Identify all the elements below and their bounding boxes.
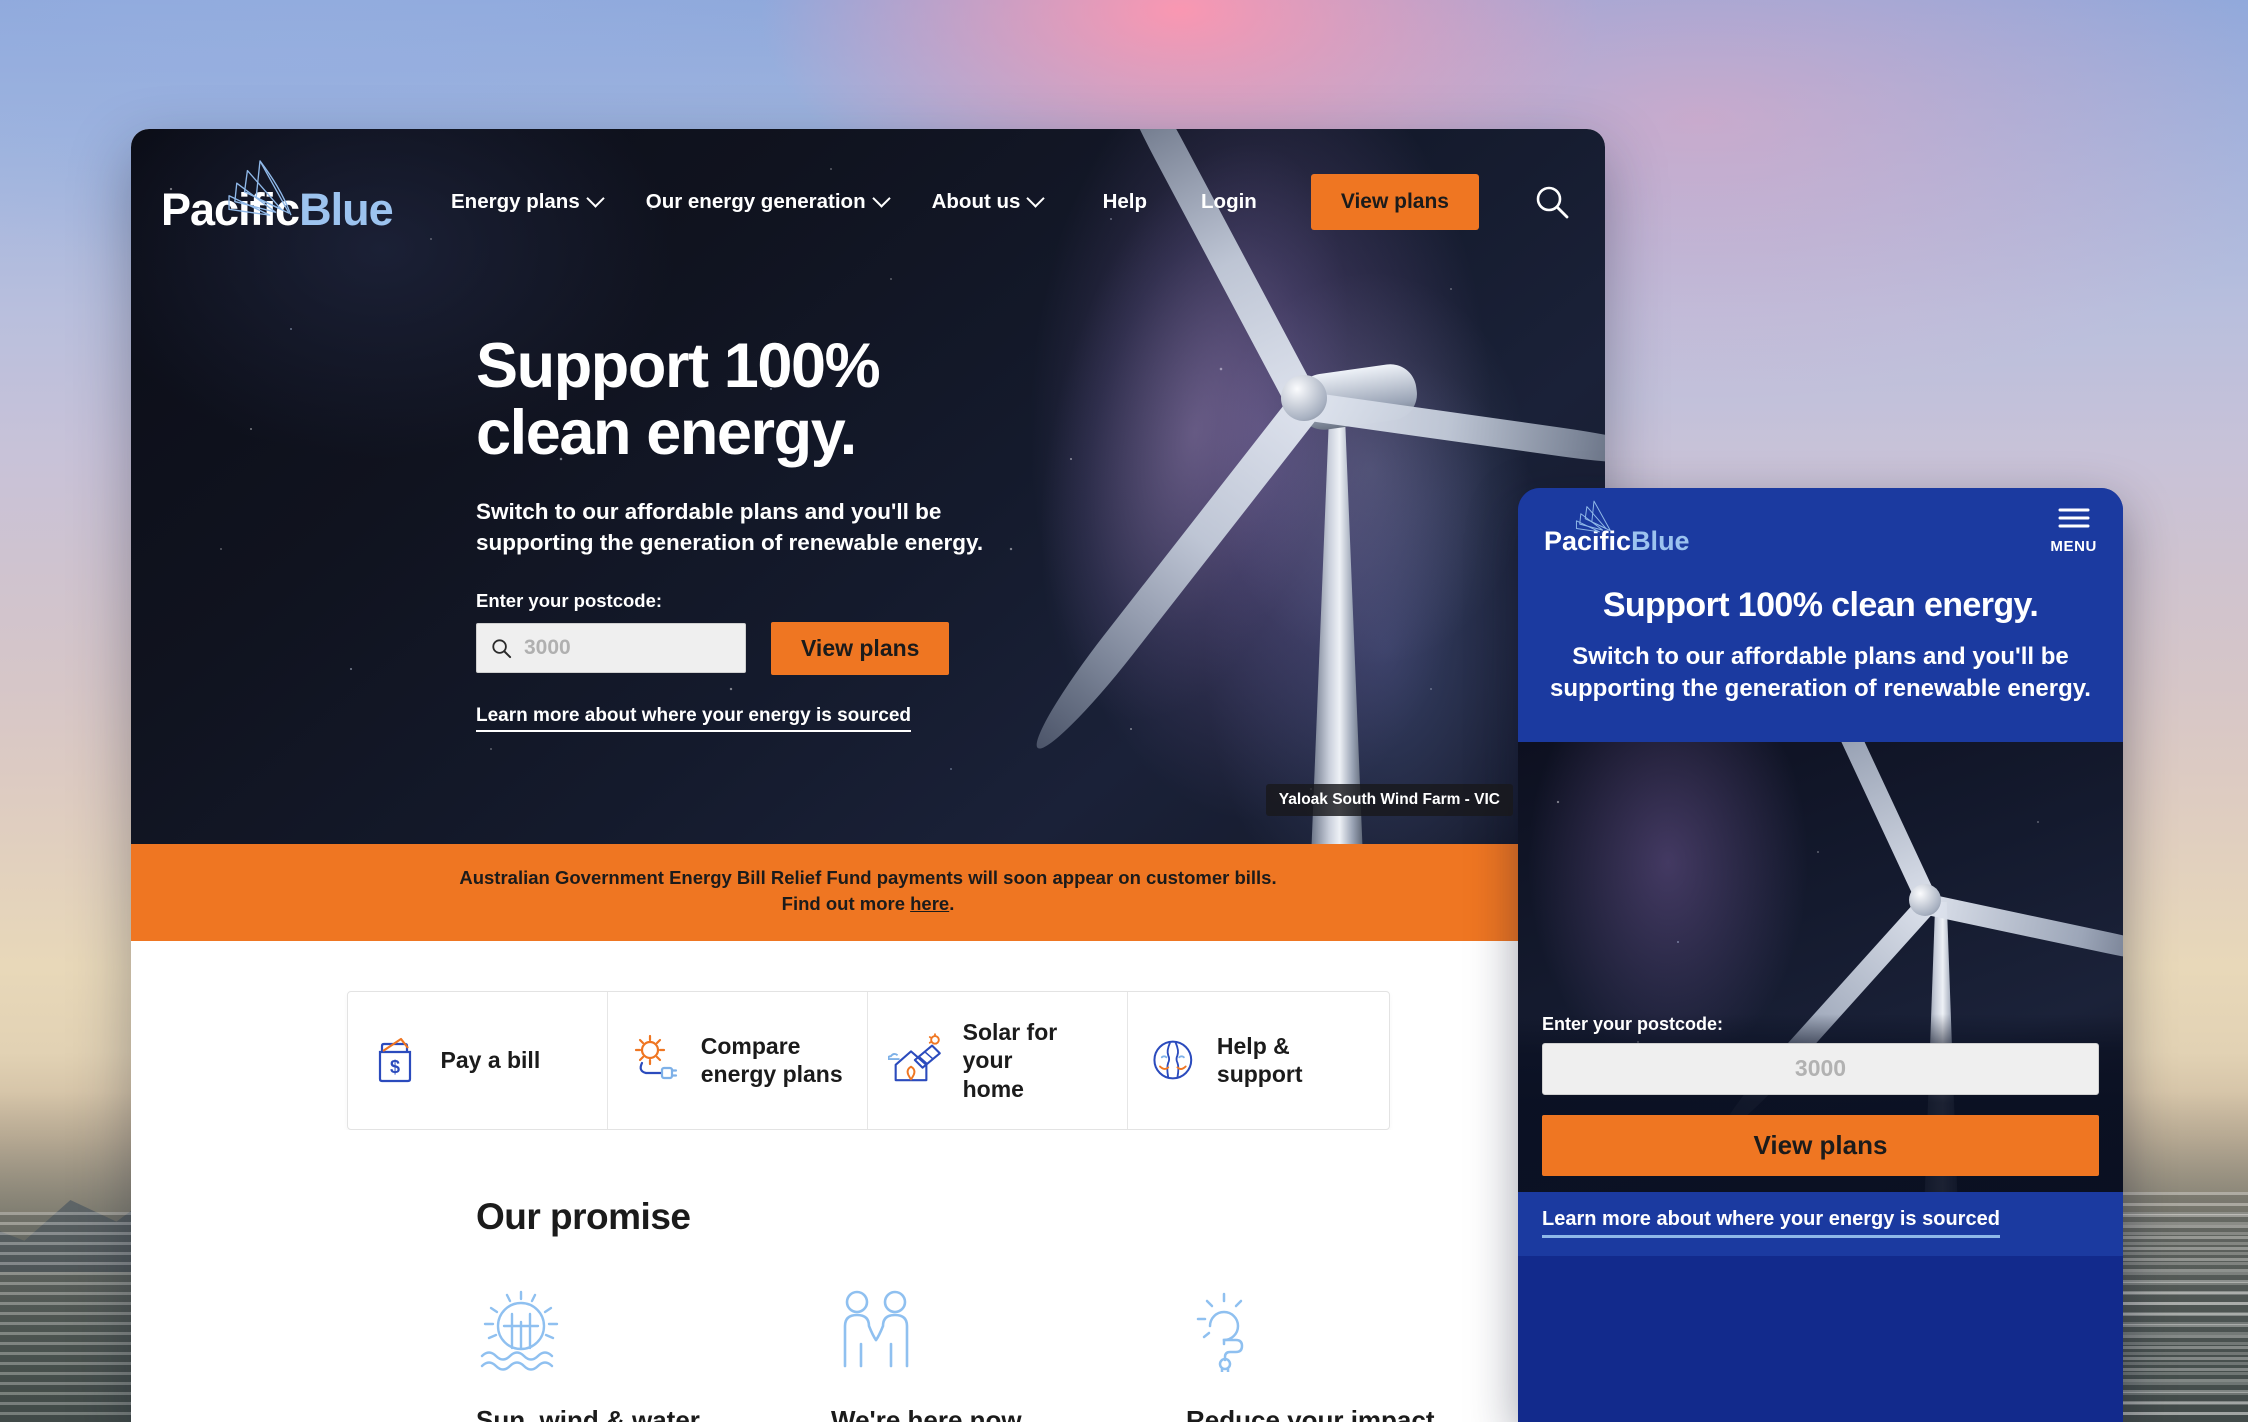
promise-item-were-here-now: We're here now Our experienced and dedic…: [831, 1288, 1186, 1422]
promise-title: We're here now: [831, 1405, 1022, 1422]
mobile-header: PacificBlue MENU: [1518, 488, 2123, 578]
chevron-down-icon: [871, 188, 891, 208]
nav-item-energy-plans[interactable]: Energy plans: [451, 188, 605, 214]
promise-title: Reduce your impact: [1186, 1405, 1435, 1422]
postcode-form: 3000 View plans: [476, 621, 1605, 675]
chevron-down-icon: [586, 188, 605, 208]
site-logo[interactable]: PacificBlue: [161, 159, 429, 232]
mobile-website-mockup: PacificBlue MENU Support 100% clean ener…: [1518, 488, 2123, 1422]
nav-label: About us: [931, 190, 1021, 213]
nav-item-login[interactable]: Login: [1201, 190, 1257, 214]
banner-line-2-suffix: .: [949, 893, 955, 915]
sun-plug-icon: [634, 1035, 677, 1080]
mobile-postcode-label: Enter your postcode:: [1542, 1013, 1724, 1034]
two-people-icon: [843, 1290, 909, 1368]
mobile-view-plans-button[interactable]: View plans: [1542, 1114, 2099, 1176]
postcode-placeholder: 3000: [524, 636, 571, 660]
nav-links: Energy plans Our energy generation About…: [451, 188, 1046, 214]
mobile-subheadline: Switch to our affordable plans and you'l…: [1550, 643, 2091, 703]
hero-section: PacificBlue Energy plans Our energy gene…: [131, 129, 1605, 844]
nav-item-about-us[interactable]: About us: [931, 188, 1046, 214]
mobile-postcode-form: Enter your postcode: 3000 View plans: [1518, 1013, 2123, 1192]
sun-wind-water-icon: [480, 1290, 559, 1371]
mobile-menu-label: MENU: [2050, 538, 2097, 555]
quick-link-label: Help & support: [1216, 1032, 1303, 1088]
hero-subheadline: Switch to our affordable plans and you'l…: [476, 498, 984, 555]
nav-label: Our energy generation: [645, 190, 866, 213]
hero-content: Support 100% clean energy. Switch to our…: [131, 249, 1605, 732]
promise-grid: Sun, wind & water Owned by generators of…: [476, 1288, 1605, 1422]
quick-link-label: Solar for your home: [962, 1018, 1058, 1102]
wallet-dollar-icon: $: [378, 1038, 411, 1083]
search-icon: [492, 639, 512, 658]
desktop-website-mockup: PacificBlue Energy plans Our energy gene…: [131, 129, 1605, 1422]
nav-item-help[interactable]: Help: [1103, 190, 1147, 214]
mobile-hero-text: Support 100% clean energy. Switch to our…: [1518, 578, 2123, 742]
postcode-label: Enter your postcode:: [476, 589, 663, 611]
promise-item-reduce-your-impact: Reduce your impact All of our energy pla…: [1186, 1288, 1541, 1422]
banner-line-1: Australian Government Energy Bill Relief…: [459, 867, 1277, 888]
promise-item-sun-wind-water: Sun, wind & water Owned by generators of…: [476, 1288, 831, 1422]
turbine-blade: [1920, 892, 2123, 970]
section-heading: Our promise: [476, 1196, 691, 1238]
hamburger-icon: [2058, 508, 2090, 528]
image-caption: Yaloak South Wind Farm - VIC: [1265, 784, 1513, 816]
mobile-headline: Support 100% clean energy.: [1602, 586, 2039, 624]
mobile-learn-more-bar: Learn more about where your energy is so…: [1518, 1191, 2123, 1256]
nav-item-our-energy-generation[interactable]: Our energy generation: [645, 188, 891, 214]
postcode-input[interactable]: 3000: [476, 623, 746, 674]
two-faces-icon: [1153, 1040, 1193, 1080]
hero-view-plans-button[interactable]: View plans: [771, 621, 950, 675]
quick-links-section: $ Pay a bill Compare energy plans Solar …: [131, 940, 1605, 1131]
mobile-postcode-input[interactable]: 3000: [1542, 1042, 2099, 1095]
view-plans-button[interactable]: View plans: [1310, 174, 1479, 230]
chevron-down-icon: [1026, 188, 1046, 208]
quick-link-compare-energy-plans[interactable]: Compare energy plans: [608, 991, 868, 1130]
our-promise-section: Our promise Sun, wind & water We're here…: [131, 1130, 1605, 1422]
promise-title: Sun, wind & water: [476, 1405, 700, 1422]
quick-link-label: Compare energy plans: [700, 1032, 843, 1088]
quick-link-solar-for-your-home[interactable]: Solar for your home: [868, 991, 1129, 1130]
banner-line-2-prefix: Find out more: [781, 893, 911, 915]
nav-utility-group: Help Login View plans: [1103, 174, 1571, 230]
mobile-logo-wordmark[interactable]: PacificBlue: [1544, 528, 2097, 555]
learn-more-link[interactable]: Learn more about where your energy is so…: [476, 705, 912, 732]
lightbulb-plug-icon: [1196, 1292, 1244, 1374]
feather-logo-icon: [228, 159, 292, 216]
mobile-hero-image: Enter your postcode: 3000 View plans: [1518, 741, 2123, 1192]
quick-link-help-and-support[interactable]: Help & support: [1128, 992, 1388, 1130]
banner-line-2: Find out more here.: [151, 891, 1585, 917]
banner-here-link[interactable]: here: [910, 893, 949, 914]
primary-navigation: PacificBlue Energy plans Our energy gene…: [131, 129, 1605, 249]
svg-text:$: $: [389, 1057, 399, 1077]
quick-links-card-group: $ Pay a bill Compare energy plans Solar …: [346, 990, 1390, 1131]
solar-house-icon: [888, 1033, 941, 1082]
mobile-menu-button[interactable]: MENU: [2050, 506, 2097, 555]
quick-link-pay-a-bill[interactable]: $ Pay a bill: [348, 991, 608, 1130]
quick-link-label: Pay a bill: [440, 1047, 541, 1074]
turbine-hub: [1909, 883, 1941, 916]
hero-headline: Support 100% clean energy.: [476, 331, 881, 469]
nav-label: Energy plans: [451, 190, 580, 213]
search-icon[interactable]: [1533, 183, 1571, 221]
mobile-learn-more-link[interactable]: Learn more about where your energy is so…: [1542, 1208, 2000, 1238]
mobile-postcode-placeholder: 3000: [1794, 1055, 1847, 1082]
announcement-banner: Australian Government Energy Bill Relief…: [131, 844, 1605, 941]
